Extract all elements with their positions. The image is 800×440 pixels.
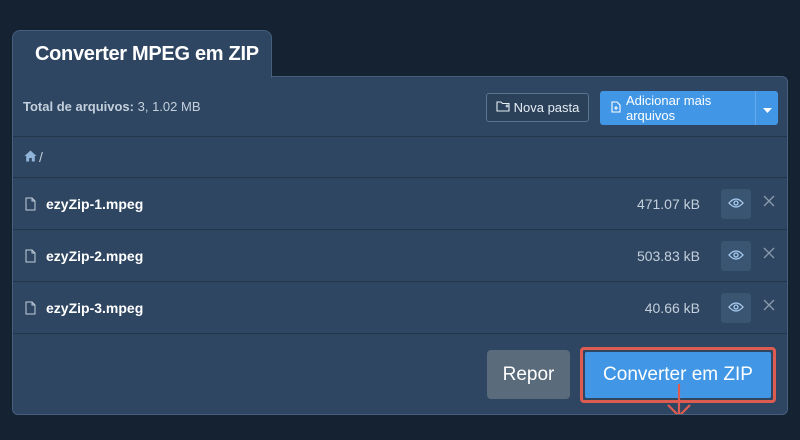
file-plus-icon (611, 100, 626, 116)
add-files-main[interactable]: Adicionar mais arquivos (600, 91, 755, 125)
add-files-button[interactable]: Adicionar mais arquivos (600, 91, 778, 125)
add-files-dropdown-toggle[interactable] (755, 91, 778, 125)
close-icon (763, 298, 775, 316)
remove-file-button[interactable] (761, 299, 777, 315)
eye-icon (728, 247, 744, 265)
breadcrumb: / (13, 137, 787, 178)
file-size: 40.66 kB (644, 300, 700, 316)
total-files: Total de arquivos: 3, 1.02 MB (23, 99, 201, 114)
file-size: 503.83 kB (636, 248, 700, 264)
file-icon (25, 301, 36, 320)
file-name: ezyZip-1.mpeg (46, 196, 144, 212)
eye-icon (728, 195, 744, 213)
preview-button[interactable] (721, 293, 751, 323)
eye-icon (728, 299, 744, 317)
page-title: Converter MPEG em ZIP (35, 43, 259, 65)
new-folder-button[interactable]: Nova pasta (486, 93, 589, 122)
file-panel: Total de arquivos: 3, 1.02 MB Nova pasta (12, 76, 788, 415)
remove-file-button[interactable] (761, 247, 777, 263)
close-icon (763, 246, 775, 264)
total-files-label: Total de arquivos: (23, 99, 134, 114)
file-row: ezyZip-1.mpeg 471.07 kB (13, 178, 787, 230)
file-row: ezyZip-3.mpeg 40.66 kB (13, 282, 787, 334)
preview-button[interactable] (721, 189, 751, 219)
folder-icon (496, 100, 514, 115)
file-icon (25, 197, 36, 216)
toolbar: Total de arquivos: 3, 1.02 MB Nova pasta (13, 77, 787, 137)
file-size: 471.07 kB (636, 196, 700, 212)
total-files-value: 3, 1.02 MB (137, 99, 201, 114)
file-icon (25, 249, 36, 268)
close-icon (763, 194, 775, 212)
breadcrumb-separator: / (39, 149, 43, 165)
file-name: ezyZip-2.mpeg (46, 248, 144, 264)
arrow-down-icon (665, 383, 693, 414)
file-name: ezyZip-3.mpeg (46, 300, 144, 316)
page-title-tab: Converter MPEG em ZIP (12, 30, 272, 78)
add-files-label: Adicionar mais arquivos (626, 93, 712, 123)
reset-button[interactable]: Repor (487, 350, 570, 399)
file-row: ezyZip-2.mpeg 503.83 kB (13, 230, 787, 282)
remove-file-button[interactable] (761, 195, 777, 211)
preview-button[interactable] (721, 241, 751, 271)
home-icon[interactable] (24, 149, 37, 165)
caret-down-icon (762, 101, 772, 116)
new-folder-label: Nova pasta (513, 100, 580, 115)
